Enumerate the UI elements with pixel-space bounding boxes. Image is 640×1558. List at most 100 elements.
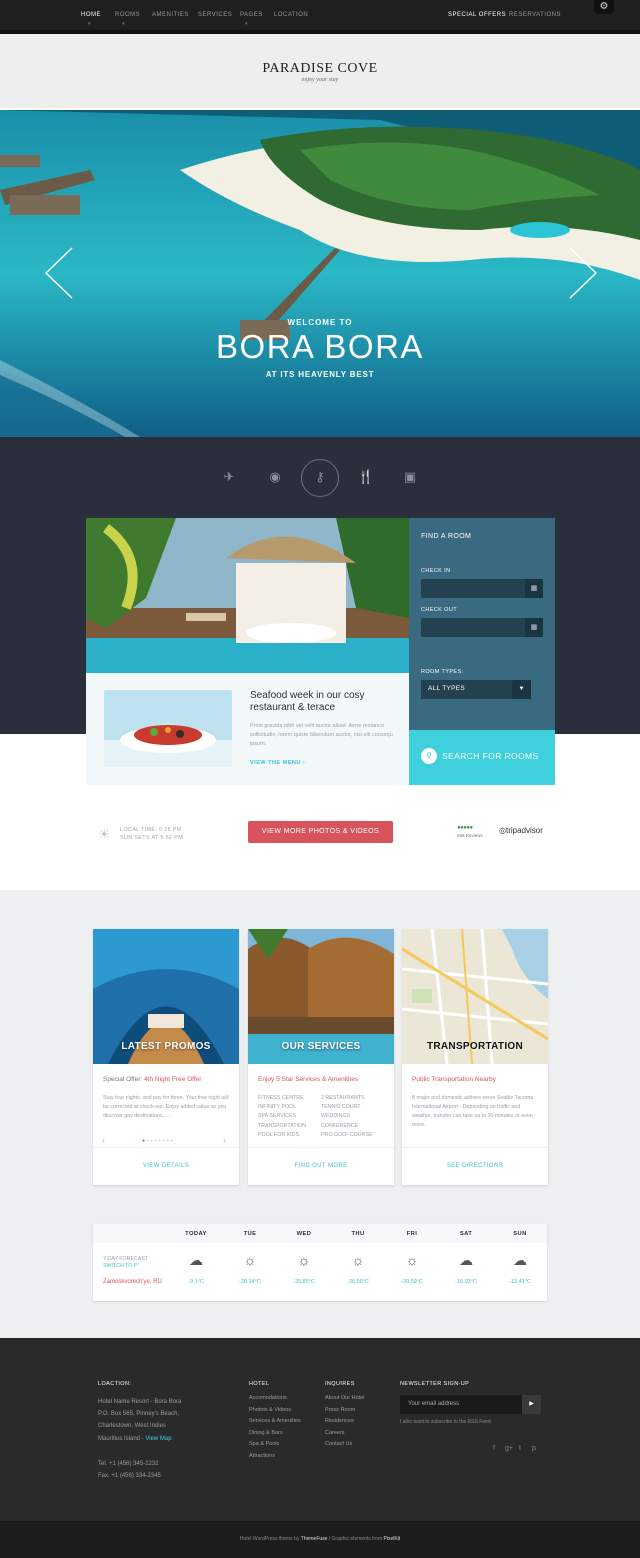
forecast-label: 7 DAY FORECAST <box>103 1256 149 1262</box>
nav-pages[interactable]: PAGES <box>240 12 263 18</box>
footer-link[interactable]: Press Room <box>325 1405 364 1417</box>
card-title: TRANSPORTATION <box>426 1041 524 1052</box>
footer-link[interactable]: Services & Amenities <box>249 1416 301 1428</box>
facebook-icon[interactable]: f <box>493 1445 495 1452</box>
hotel-links: Accomodations Photots & Videos Services … <box>249 1393 301 1463</box>
footer-link[interactable]: About Our Hotel <box>325 1393 364 1405</box>
promo-title: Seafood week in our cosy restaurant & te… <box>250 690 365 713</box>
inquires-heading: INQUIRES <box>325 1381 355 1387</box>
chevron-right-icon[interactable] <box>568 246 598 300</box>
footer-link[interactable]: Attractions <box>249 1451 301 1463</box>
footer-link[interactable]: Spa & Pools <box>249 1439 301 1451</box>
finder-title: FIND A ROOM <box>421 533 472 540</box>
card-subtitle[interactable]: Enjoy 5 Star Services & Amenitites <box>258 1076 358 1083</box>
copyright-text: Hotel WordPress theme by ThemeFuse | Gra… <box>0 1536 640 1542</box>
amenity-item: SPA SERVICES <box>258 1113 297 1120</box>
address-island: Mauritius Island - <box>98 1435 146 1442</box>
day-label: TODAY <box>185 1231 207 1237</box>
twitter-icon[interactable]: t <box>519 1445 521 1452</box>
eye-icon[interactable]: ◉ <box>264 466 286 488</box>
address-line: Mauritius Island - View Map <box>98 1433 181 1445</box>
plane-icon[interactable]: ✈ <box>218 466 240 488</box>
nav-special-offers[interactable]: SPECIAL OFFERS <box>448 12 506 18</box>
nav-amenities[interactable]: AMENITIES <box>152 12 189 18</box>
nav-reservations[interactable]: RESERVATIONS <box>509 12 561 18</box>
local-time: LOCAL TIME: 6:28 PM <box>120 827 182 833</box>
view-menu-link[interactable]: VIEW THE MENU › <box>250 760 305 766</box>
view-map-link[interactable]: View Map <box>145 1436 171 1442</box>
footer-link[interactable]: Residences <box>325 1416 364 1428</box>
rss-checkbox-label[interactable]: I also want to subscribe to the RSS Feed <box>400 1419 491 1425</box>
slider-dots[interactable]: ●●●●●●●● <box>142 1138 174 1144</box>
fax-number: Fax. +1 (456) 334-2345 <box>98 1473 161 1480</box>
site-logo[interactable]: PARADISE COVE <box>0 61 640 77</box>
nav-services[interactable]: SERVICES <box>198 12 232 18</box>
services-card: OUR SERVICES Enjoy 5 Star Services & Ame… <box>248 929 394 1185</box>
inquires-links: About Our Hotel Press Room Residences Ca… <box>325 1393 364 1451</box>
copyright-prefix: Hotel WordPress theme by <box>239 1536 301 1542</box>
amenity-item: 2 RESTAURANTS <box>321 1095 365 1101</box>
pixelkit-link[interactable]: PixelKit <box>384 1536 401 1542</box>
review-count[interactable]: 568 Reviews <box>457 833 483 838</box>
google-plus-icon[interactable]: g+ <box>505 1445 513 1452</box>
themefuse-link[interactable]: ThemeFuse <box>301 1536 328 1542</box>
key-icon[interactable]: ⚷ <box>309 466 331 488</box>
chevron-down-icon[interactable]: ▼ <box>512 680 531 699</box>
divider <box>248 1147 394 1148</box>
footer-link[interactable]: Dining & Bars <box>249 1428 301 1440</box>
chevron-down-icon: ▾ <box>245 21 248 27</box>
tripadvisor-logo[interactable]: ◎tripadvisor <box>499 826 543 835</box>
hero-welcome: WELCOME TO <box>287 318 353 327</box>
newsletter-heading: NEWSLETTER SIGN-UP <box>400 1381 470 1387</box>
chevron-left-icon[interactable]: ‹ <box>102 1135 105 1145</box>
nav-home[interactable]: HOME <box>81 12 101 18</box>
snow-cloud-icon: ☁ <box>459 1252 473 1268</box>
calendar-icon[interactable]: ▦ <box>525 579 543 598</box>
tripadvisor-label: tripadvisor <box>505 826 543 835</box>
footer-link[interactable]: Photots & Videos <box>249 1405 301 1417</box>
newsletter-submit-button[interactable]: ▶ <box>522 1395 541 1414</box>
card-subtitle: Special Offer: 4th Night Free Offer <box>103 1076 201 1083</box>
hero-image <box>0 110 640 437</box>
promo-text: Proin gravida nibh vel velit auctor aliu… <box>250 723 393 747</box>
address-block: Hotel Name Resort - Bora Bora P.O. Box 5… <box>98 1396 181 1445</box>
transportation-card: TRANSPORTATION Public Transportation Nea… <box>402 929 548 1185</box>
footer-link[interactable]: Contact Us <box>325 1439 364 1451</box>
temperature: -20.34°C <box>239 1279 261 1285</box>
sun-icon: ☼ <box>351 1252 365 1268</box>
seafood-thumbnail[interactable] <box>104 690 232 767</box>
fork-knife-icon[interactable]: 🍴 <box>355 466 377 488</box>
see-directions-link[interactable]: SEE DIRECTIONS <box>402 1163 548 1169</box>
image-icon[interactable]: ▣ <box>399 466 421 488</box>
phone-number: Tel. +1 (456) 345-1232 <box>98 1461 159 1467</box>
card-subtitle[interactable]: Public Transportation Nearby <box>412 1076 496 1083</box>
promos-card: LATEST PROMOS Special Offer: 4th Night F… <box>93 929 239 1185</box>
footer-link[interactable]: Accomodations <box>249 1393 301 1405</box>
location-heading: LOACTION: <box>98 1381 132 1387</box>
pinterest-icon[interactable]: p <box>532 1445 536 1452</box>
chevron-down-icon: ▾ <box>122 21 125 27</box>
copyright-middle: | Graphic elements from <box>327 1536 384 1542</box>
chevron-left-icon[interactable] <box>44 246 74 300</box>
amenity-item: CONFERENCE <box>321 1122 359 1129</box>
nav-location[interactable]: LOCATION <box>274 12 308 18</box>
subtitle-offer[interactable]: 4th Night Free Offer <box>144 1076 201 1083</box>
hero-slider <box>0 110 640 437</box>
gear-icon[interactable]: ⚙ <box>594 0 614 14</box>
calendar-icon[interactable]: ▦ <box>525 618 543 637</box>
find-out-more-link[interactable]: FIND OUT MORE <box>248 1163 394 1169</box>
chevron-right-icon[interactable]: › <box>223 1135 226 1145</box>
card-title: LATEST PROMOS <box>121 1041 211 1052</box>
switch-unit-link[interactable]: SWITCH TO F° <box>103 1263 139 1269</box>
nav-rooms[interactable]: ROOMS <box>115 12 140 18</box>
temperature: -26.59°C <box>347 1279 369 1285</box>
view-more-photos-button[interactable]: VIEW MORE PHOTOS & VIDEOS <box>248 821 393 843</box>
temperature: -13.41°C <box>509 1279 531 1285</box>
view-details-link[interactable]: VIEW DETAILS <box>93 1163 239 1169</box>
address-line: Charlestown, West Indies <box>98 1423 166 1430</box>
hero-subtitle: AT ITS HEAVENLY BEST <box>265 370 375 379</box>
footer-link[interactable]: Careers <box>325 1428 364 1440</box>
cabana-image <box>86 518 409 673</box>
amenity-item: PRO GOLF COURSE <box>321 1131 373 1138</box>
divider <box>402 1147 548 1148</box>
